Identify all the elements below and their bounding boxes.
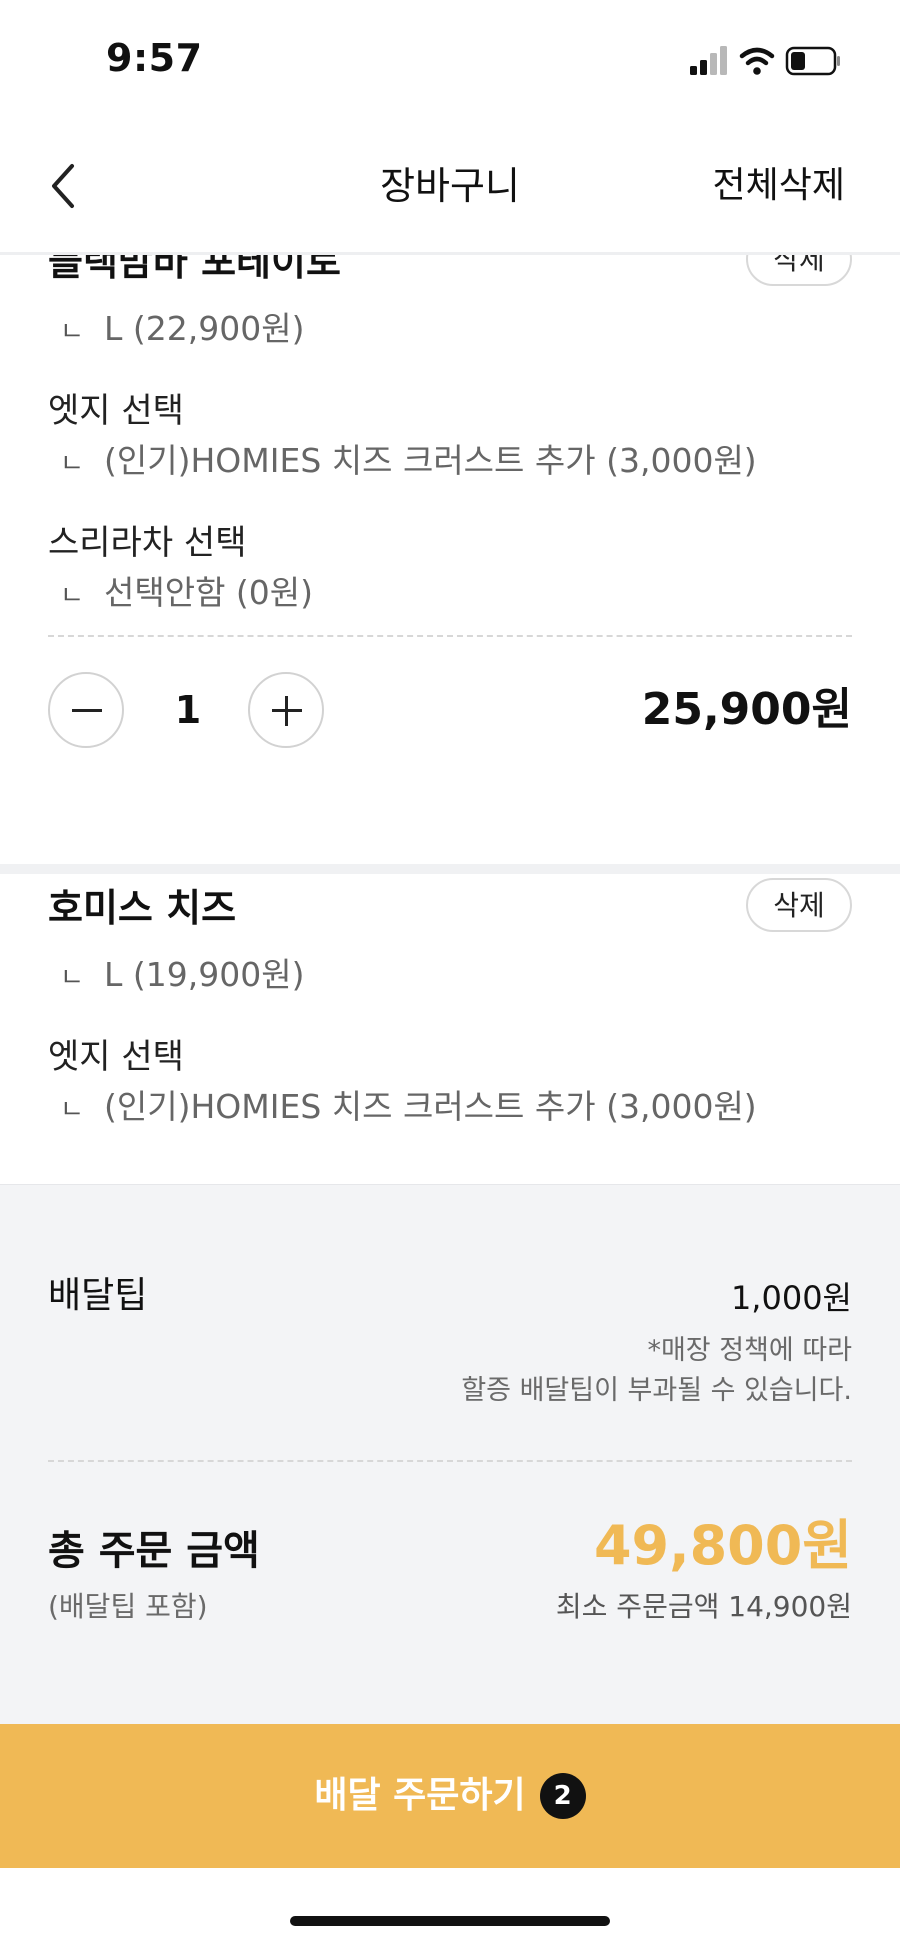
quantity-increase-button[interactable] — [248, 672, 324, 748]
dashed-divider — [48, 635, 852, 637]
option-prefix-glyph: ㄴ — [60, 317, 84, 347]
delivery-tip-note-line: *매장 정책에 따라 — [647, 1335, 852, 1366]
cart-list[interactable]: 블랙맘바 포테이토 삭제 ㄴ L (22,900원) 엣지 선택 ㄴ (인기)HOM… — [0, 254, 900, 1184]
delivery-tip-label: 배달팁 — [48, 1275, 148, 1316]
status-time: 9:57 — [106, 36, 203, 80]
quantity-decrease-button[interactable] — [48, 672, 124, 748]
delete-item-button[interactable]: 삭제 — [746, 878, 852, 932]
total-amount: 49,800원 — [593, 1514, 852, 1577]
item-name: 호미스 치즈 — [48, 886, 237, 930]
wifi-icon — [739, 47, 775, 75]
section-divider — [0, 864, 900, 874]
status-bar: 9:57 — [0, 0, 900, 120]
cart-item: 호미스 치즈 삭제 ㄴ L (19,900원) 엣지 선택 ㄴ (인기)HOMIES… — [0, 876, 900, 1184]
option-group: 엣지 선택 ㄴ (인기)HOMIES 치즈 크러스트 추가 (3,000원) — [48, 1032, 868, 1135]
order-summary: 배달팁 1,000원 *매장 정책에 따라 할증 배달팁이 부과될 수 있습니다… — [0, 1184, 900, 1725]
option-group-title: 엣지 선택 — [48, 1037, 184, 1077]
order-button-label: 배달 주문하기 — [314, 1775, 526, 1816]
option-group-value: (인기)HOMIES 치즈 크러스트 추가 (3,000원) — [104, 441, 757, 480]
order-delivery-button[interactable]: 배달 주문하기 2 — [0, 1724, 900, 1868]
home-indicator[interactable] — [290, 1916, 610, 1926]
option-prefix-glyph: ㄴ — [60, 1095, 84, 1125]
size-option: ㄴ L (19,900원) — [48, 950, 868, 1003]
size-option-value: L (22,900원) — [104, 309, 305, 348]
delete-item-button[interactable]: 삭제 — [746, 254, 852, 286]
item-name: 블랙맘바 포테이토 — [48, 254, 341, 284]
cellular-signal-icon — [690, 46, 727, 75]
option-group-title: 스리라차 선택 — [48, 523, 247, 563]
option-group: 스리라차 선택 ㄴ 선택안함 (0원) — [48, 518, 868, 621]
delivery-tip-note-line: 할증 배달팁이 부과될 수 있습니다. — [461, 1375, 852, 1406]
option-group: 엣지 선택 ㄴ (인기)HOMIES 치즈 크러스트 추가 (3,000원) — [48, 386, 868, 489]
option-group-value: 선택안함 (0원) — [104, 573, 314, 612]
cart-item: 블랙맘바 포테이토 삭제 ㄴ L (22,900원) 엣지 선택 ㄴ (인기)HOM… — [0, 254, 900, 830]
option-group-title: 엣지 선택 — [48, 391, 184, 431]
total-label: 총 주문 금액 — [48, 1528, 260, 1574]
total-sublabel: (배달팁 포함) — [48, 1590, 208, 1623]
size-option: ㄴ L (22,900원) — [48, 304, 868, 357]
size-option-value: L (19,900원) — [104, 955, 305, 994]
delivery-tip-note: *매장 정책에 따라 할증 배달팁이 부과될 수 있습니다. — [461, 1331, 852, 1411]
option-prefix-glyph: ㄴ — [60, 581, 84, 611]
option-group-value: (인기)HOMIES 치즈 크러스트 추가 (3,000원) — [104, 1087, 757, 1126]
option-prefix-glyph: ㄴ — [60, 963, 84, 993]
dashed-divider — [48, 1460, 852, 1462]
delete-all-button[interactable]: 전체삭제 — [713, 154, 845, 218]
quantity-value: 1 — [174, 688, 202, 732]
item-price: 25,900원 — [641, 684, 852, 735]
option-prefix-glyph: ㄴ — [60, 449, 84, 479]
minimum-order-amount: 최소 주문금액 14,900원 — [555, 1590, 852, 1623]
status-icons — [690, 46, 840, 76]
delivery-tip-value: 1,000원 — [730, 1279, 852, 1317]
nav-header: 장바구니 전체삭제 — [0, 120, 900, 255]
battery-icon — [785, 46, 840, 76]
cart-count-badge: 2 — [539, 1773, 586, 1819]
